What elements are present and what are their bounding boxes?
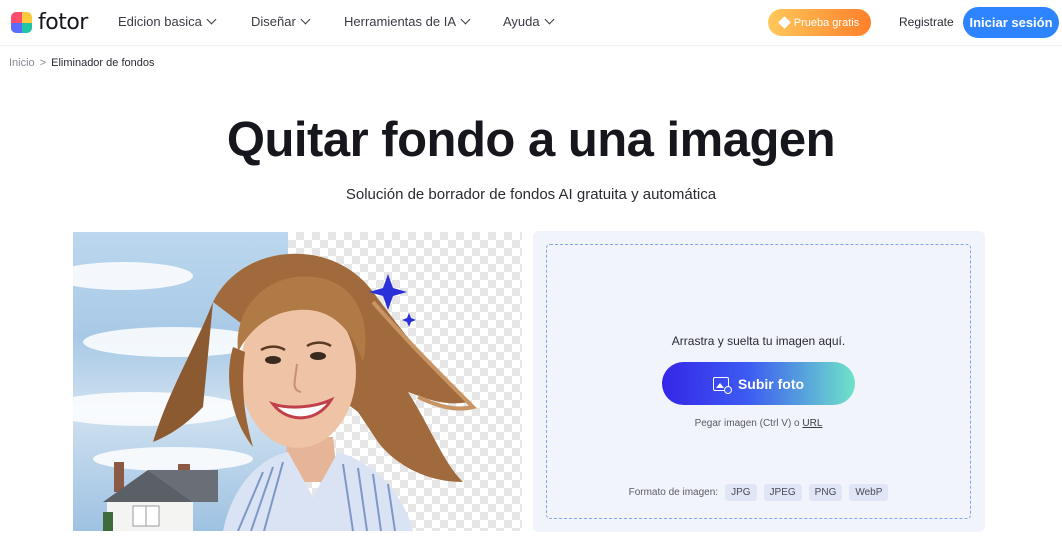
paste-instructions: Pegar imagen (Ctrl V) o URL [547, 418, 970, 429]
drop-instructions: Arrastra y suelta tu imagen aquí. [671, 334, 846, 348]
format-badge-webp: WebP [849, 484, 889, 501]
image-drop-zone[interactable]: Arrastra y suelta tu imagen aquí. Subir … [546, 244, 971, 519]
formats-label: Formato de imagen: [628, 487, 719, 498]
sparkle-icon [402, 313, 416, 327]
nav-item-label: Edicion basica [118, 14, 202, 29]
nav-item-ayuda[interactable]: Ayuda [503, 14, 555, 29]
breadcrumb-home-link[interactable]: Inicio [9, 57, 35, 69]
upload-panel: Arrastra y suelta tu imagen aquí. Subir … [533, 231, 985, 532]
paste-url-link[interactable]: URL [802, 418, 822, 429]
top-header: fotor Edicion basica Diseñar Herramienta… [0, 0, 1062, 46]
format-badge-png: PNG [808, 484, 843, 501]
free-trial-button[interactable]: Prueba gratis [768, 9, 871, 36]
image-add-icon [712, 376, 732, 394]
diamond-icon [777, 16, 791, 29]
format-badge-jpg: JPG [725, 484, 757, 501]
nav-item-label: Herramientas de IA [344, 14, 456, 29]
fotor-logo[interactable]: fotor [11, 10, 88, 35]
nav-item-herramientas-ia[interactable]: Herramientas de IA [344, 14, 471, 29]
background-removal-demo-image [73, 232, 522, 531]
breadcrumb-current: Eliminador de fondos [51, 57, 155, 69]
nav-item-label: Ayuda [503, 14, 540, 29]
upload-photo-label: Subir foto [737, 375, 805, 392]
chevron-down-icon [300, 14, 311, 25]
breadcrumb-separator: > [39, 57, 47, 69]
chevron-down-icon [206, 14, 217, 25]
paste-text: Pegar imagen (Ctrl V) o [694, 418, 800, 429]
upload-photo-button[interactable]: Subir foto [662, 362, 855, 405]
nav-item-label: Diseñar [251, 14, 296, 29]
woman-portrait [153, 253, 477, 531]
supported-formats: Formato de imagen: JPG JPEG PNG WebP [547, 484, 970, 501]
chevron-down-icon [544, 14, 555, 25]
nav-item-disenar[interactable]: Diseñar [251, 14, 311, 29]
format-badge-jpeg: JPEG [763, 484, 802, 501]
breadcrumb: Inicio > Eliminador de fondos [9, 57, 154, 69]
login-button[interactable]: Iniciar sesión [963, 7, 1059, 38]
free-trial-label: Prueba gratis [793, 16, 860, 29]
page-subtitle: Solución de borrador de fondos AI gratui… [345, 186, 717, 203]
page-title: Quitar fondo a una imagen [226, 113, 836, 167]
register-link[interactable]: Registrate [899, 15, 954, 29]
logo-text: fotor [38, 10, 88, 35]
chevron-down-icon [460, 14, 471, 25]
fotor-logo-icon [11, 12, 32, 33]
nav-item-edicion-basica[interactable]: Edicion basica [118, 14, 217, 29]
